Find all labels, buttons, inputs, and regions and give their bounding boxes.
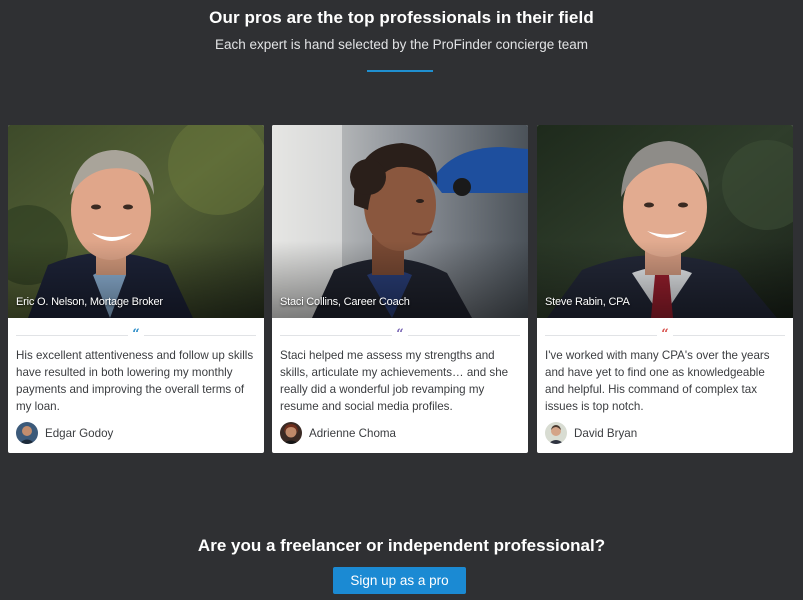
pro-photo: Steve Rabin, CPA bbox=[537, 125, 793, 318]
reviewer-name: David Bryan bbox=[574, 426, 638, 440]
quote-icon: “ bbox=[392, 328, 408, 342]
reviewer-name: Adrienne Choma bbox=[309, 426, 397, 440]
quote-icon: “ bbox=[657, 328, 673, 342]
avatar bbox=[16, 422, 38, 444]
quote-divider: “ bbox=[280, 328, 520, 342]
avatar bbox=[545, 422, 567, 444]
pro-photo: Eric O. Nelson, Mortage Broker bbox=[8, 125, 264, 318]
testimonial-quote: Staci helped me assess my strengths and … bbox=[280, 349, 509, 413]
pro-name-caption: Steve Rabin, CPA bbox=[545, 296, 630, 308]
sign-up-button[interactable]: Sign up as a pro bbox=[333, 567, 466, 594]
pro-photo: Staci Collins, Career Coach bbox=[272, 125, 528, 318]
page-title: Our pros are the top professionals in th… bbox=[209, 8, 594, 27]
title-divider bbox=[367, 70, 433, 72]
reviewer: Adrienne Choma bbox=[280, 422, 396, 444]
testimonial-card-1: Eric O. Nelson, Mortage Broker “ His exc… bbox=[8, 125, 264, 453]
reviewer: Edgar Godoy bbox=[16, 422, 113, 444]
cta-heading: Are you a freelancer or independent prof… bbox=[197, 536, 606, 555]
testimonial-quote: His excellent attentiveness and follow u… bbox=[16, 349, 254, 413]
pro-name-caption: Eric O. Nelson, Mortage Broker bbox=[16, 296, 163, 308]
quote-icon: “ bbox=[128, 328, 144, 342]
quote-divider: “ bbox=[545, 328, 785, 342]
testimonial-card-2: Staci Collins, Career Coach “ Staci help… bbox=[272, 125, 528, 453]
testimonial-card-3: Steve Rabin, CPA “ I've worked with many… bbox=[537, 125, 793, 453]
pro-name-caption: Staci Collins, Career Coach bbox=[280, 296, 410, 308]
reviewer-name: Edgar Godoy bbox=[45, 426, 114, 440]
quote-divider: “ bbox=[16, 328, 256, 342]
page-subtitle: Each expert is hand selected by the ProF… bbox=[215, 37, 588, 52]
reviewer: David Bryan bbox=[545, 422, 637, 444]
avatar bbox=[280, 422, 302, 444]
testimonial-quote: I've worked with many CPA's over the yea… bbox=[545, 349, 770, 413]
